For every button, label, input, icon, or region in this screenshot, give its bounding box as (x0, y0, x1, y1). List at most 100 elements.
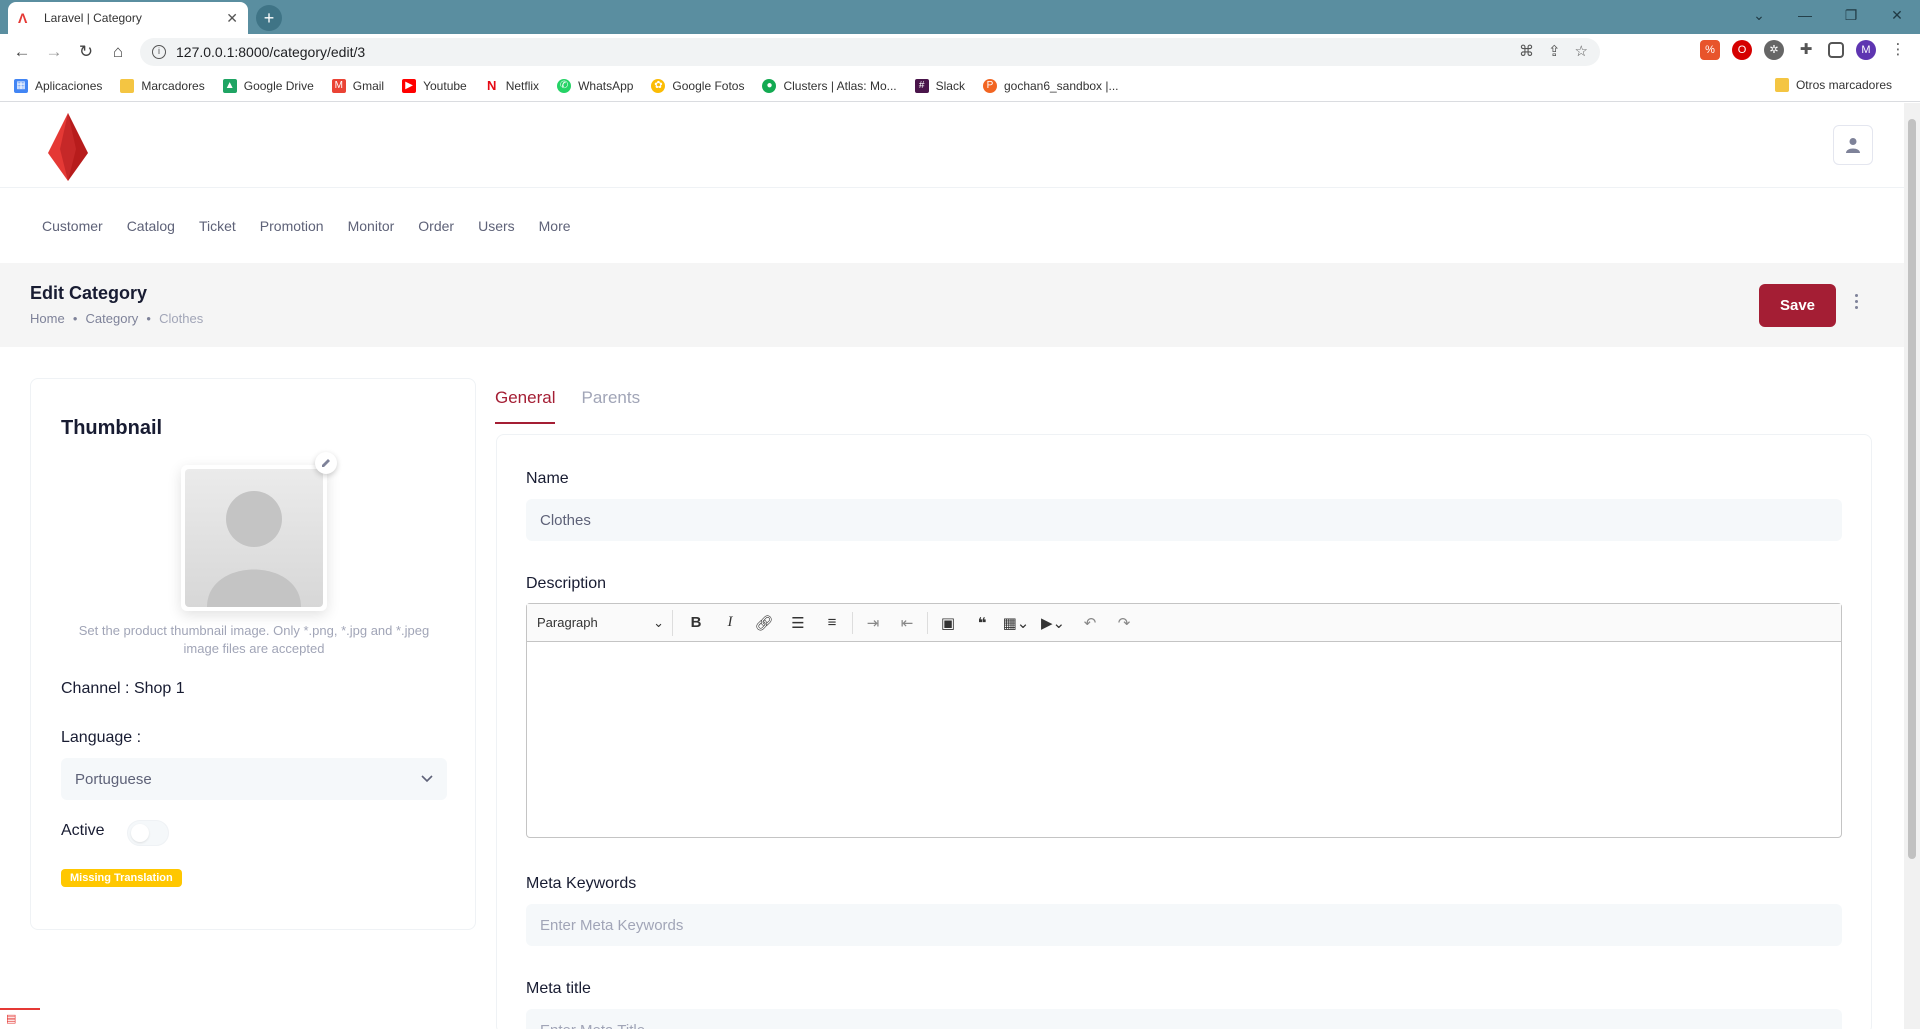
omnibox-actions: ⌘ ⇪ ☆ (1519, 42, 1588, 60)
menu-item-customer[interactable]: Customer (30, 218, 115, 234)
breadcrumb-separator: ● (146, 314, 152, 323)
menu-item-promotion[interactable]: Promotion (248, 218, 336, 234)
side-panel-icon[interactable] (1828, 42, 1844, 58)
italic-icon[interactable]: I (713, 614, 747, 631)
bookmark-star-icon[interactable]: ☆ (1575, 42, 1588, 60)
breadcrumb-home[interactable]: Home (30, 311, 65, 326)
page-scrollbar[interactable] (1904, 103, 1920, 1029)
browser-toolbar: ← → ↻ ⌂ i 127.0.0.1:8000/category/edit/3… (0, 34, 1920, 70)
meta-title-input[interactable]: Enter Meta Title (526, 1009, 1842, 1029)
mongodb-icon: ● (762, 78, 777, 93)
user-icon (1846, 138, 1860, 153)
insert-table-icon[interactable]: ▦⌄ (999, 614, 1033, 632)
bookmark-sandbox[interactable]: Pgochan6_sandbox |... (982, 78, 1119, 93)
close-tab-icon[interactable]: ✕ (226, 10, 238, 27)
missing-translation-badge: Missing Translation (61, 869, 182, 887)
tab-general[interactable]: General (495, 378, 556, 424)
redo-icon[interactable]: ↷ (1107, 614, 1141, 632)
tab-parents[interactable]: Parents (581, 378, 640, 424)
reload-icon[interactable]: ↻ (70, 42, 102, 62)
share-icon[interactable]: ⇪ (1548, 42, 1561, 60)
site-info-icon[interactable]: i (152, 45, 166, 59)
youtube-icon: ▶ (402, 78, 417, 93)
new-tab-button[interactable]: + (256, 5, 282, 31)
bookmark-google-drive[interactable]: ▲ Google Drive (222, 78, 314, 93)
paragraph-format-select[interactable]: Paragraph ⌄ (537, 609, 673, 636)
laravel-favicon-icon: Λ (18, 10, 28, 26)
outdent-icon[interactable]: ⇤ (890, 614, 924, 632)
link-icon[interactable]: 🔗︎ (747, 614, 781, 632)
insert-image-icon[interactable]: ▣ (931, 614, 965, 632)
folder-icon (1774, 78, 1789, 92)
forward-icon[interactable]: → (38, 42, 70, 62)
extension-gear-icon[interactable]: ✲ (1764, 40, 1784, 60)
page-toolbar: Edit Category Home ● Category ● Clothes … (0, 263, 1904, 347)
extensions-puzzle-icon[interactable]: ✚ (1796, 40, 1816, 60)
tab-search-icon[interactable]: ⌄ (1736, 7, 1782, 24)
close-window-icon[interactable]: ✕ (1874, 7, 1920, 24)
back-icon[interactable]: ← (6, 42, 38, 62)
undo-icon[interactable]: ↶ (1073, 614, 1107, 632)
bulleted-list-icon[interactable]: ☰ (781, 614, 815, 632)
menu-item-users[interactable]: Users (466, 218, 527, 234)
bookmark-google-fotos[interactable]: ✿ Google Fotos (651, 78, 744, 93)
insert-media-icon[interactable]: ▶⌄ (1033, 614, 1073, 632)
app-logo[interactable] (48, 113, 88, 186)
name-label: Name (526, 470, 569, 487)
menu-item-catalog[interactable]: Catalog (115, 218, 187, 234)
bookmark-apps[interactable]: ▦ Aplicaciones (14, 78, 102, 93)
whatsapp-icon: ✆ (557, 78, 572, 93)
home-icon[interactable]: ⌂ (102, 42, 134, 62)
avatar-placeholder-icon (185, 469, 323, 607)
user-menu-button[interactable] (1833, 125, 1873, 165)
bookmark-gmail[interactable]: M Gmail (331, 78, 384, 93)
save-button[interactable]: Save (1759, 284, 1836, 327)
slack-icon: # (914, 78, 929, 93)
window-buttons: — ❐ ✕ (1782, 0, 1920, 30)
toolbar-divider (852, 611, 853, 634)
bookmark-youtube[interactable]: ▶ Youtube (402, 78, 467, 93)
general-form-card: Name Clothes Description Paragraph ⌄ B I… (496, 434, 1872, 1029)
breadcrumb-separator: ● (72, 314, 78, 323)
form-tabs: General Parents (495, 378, 666, 424)
edit-thumbnail-button[interactable] (315, 452, 337, 474)
profile-avatar[interactable]: M (1856, 40, 1876, 60)
language-select[interactable]: Portuguese (61, 758, 447, 800)
editor-content-area[interactable] (527, 642, 1841, 837)
bookmark-whatsapp[interactable]: ✆ WhatsApp (557, 78, 633, 93)
extension-percent-icon[interactable]: % (1700, 40, 1720, 60)
blockquote-icon[interactable]: ❝ (965, 614, 999, 632)
bookmark-atlas[interactable]: ● Clusters | Atlas: Mo... (762, 78, 897, 93)
more-options-icon[interactable] (1853, 294, 1859, 309)
meta-keywords-input[interactable]: Enter Meta Keywords (526, 904, 1842, 946)
thumbnail-card: Thumbnail Set the product thumbnail imag… (30, 378, 476, 930)
menu-item-order[interactable]: Order (406, 218, 466, 234)
active-toggle[interactable] (127, 820, 169, 846)
extension-opera-icon[interactable]: O (1732, 40, 1752, 60)
name-input[interactable]: Clothes (526, 499, 1842, 541)
description-label: Description (526, 575, 607, 592)
bookmark-slack[interactable]: # Slack (914, 78, 965, 93)
browser-tabstrip: Λ Laravel | Category ✕ + ⌄ — ❐ ✕ (0, 0, 1920, 34)
breadcrumb-category[interactable]: Category (86, 311, 139, 326)
menu-item-monitor[interactable]: Monitor (336, 218, 407, 234)
numbered-list-icon[interactable]: ≡ (815, 614, 849, 631)
browser-menu-icon[interactable]: ⋮ (1888, 40, 1908, 60)
minimize-icon[interactable]: — (1782, 7, 1828, 23)
scrollbar-thumb[interactable] (1908, 119, 1916, 859)
meta-title-label: Meta title (526, 980, 591, 997)
bold-icon[interactable]: B (679, 614, 713, 631)
menu-item-ticket[interactable]: Ticket (187, 218, 248, 234)
active-label: Active (61, 822, 105, 839)
bookmark-other[interactable]: Otros marcadores (1774, 78, 1892, 92)
address-bar[interactable]: i 127.0.0.1:8000/category/edit/3 ⌘ ⇪ ☆ (140, 38, 1600, 66)
indent-icon[interactable]: ⇥ (856, 614, 890, 632)
bookmark-netflix[interactable]: N Netflix (484, 78, 539, 93)
menu-item-more[interactable]: More (527, 218, 583, 234)
bookmark-marcadores[interactable]: Marcadores (120, 78, 205, 93)
translate-icon[interactable]: ⌘ (1519, 42, 1534, 60)
restore-icon[interactable]: ❐ (1828, 7, 1874, 24)
debugbar-icon[interactable]: ▤ (0, 1008, 40, 1029)
apps-grid-icon: ▦ (14, 78, 28, 93)
browser-tab[interactable]: Λ Laravel | Category ✕ (8, 2, 248, 34)
